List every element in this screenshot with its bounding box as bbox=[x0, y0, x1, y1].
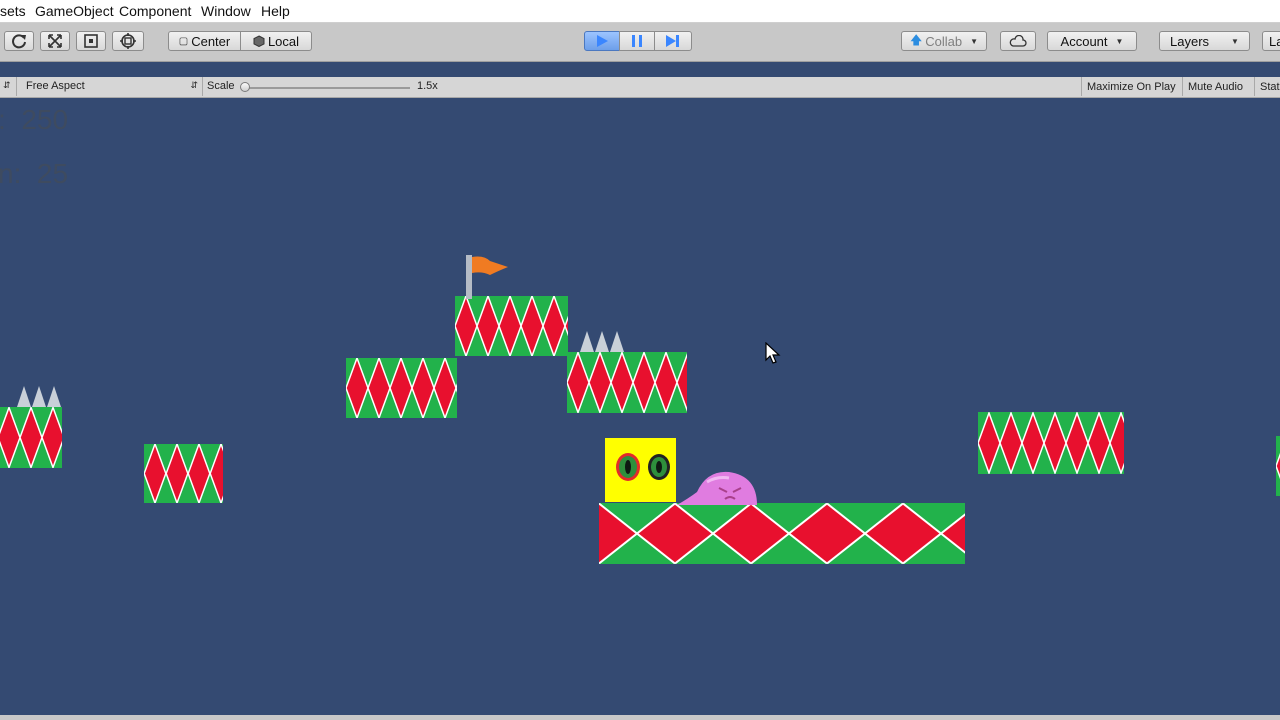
mute-audio-toggle[interactable]: Mute Audio bbox=[1182, 77, 1248, 96]
menu-assets[interactable]: sets bbox=[0, 3, 26, 19]
play-button[interactable] bbox=[584, 31, 620, 51]
collab-label: Collab bbox=[925, 33, 963, 49]
hud-score-value: 250 bbox=[21, 104, 69, 135]
pivot-center-label: Center bbox=[191, 33, 231, 49]
layers-label: Layers bbox=[1170, 33, 1210, 49]
move-icon bbox=[48, 34, 62, 48]
window-bottom-border bbox=[0, 715, 1280, 720]
hud-score-label: : bbox=[0, 104, 6, 135]
pivot-center-button[interactable]: ▢ Center bbox=[168, 31, 241, 51]
game-view-toolbar: ⇵ Free Aspect ⇵ Scale 1.5x Maximize On P… bbox=[0, 77, 1280, 98]
step-icon bbox=[666, 35, 679, 47]
menu-help[interactable]: Help bbox=[261, 3, 290, 19]
stats-toggle[interactable]: Stat bbox=[1254, 77, 1280, 96]
transform-icon bbox=[120, 33, 136, 49]
account-dropdown[interactable]: Account ▼ bbox=[1047, 31, 1137, 51]
rect-tool-icon bbox=[84, 34, 98, 48]
collab-arrow-icon: 🡅 bbox=[909, 32, 923, 47]
platform-small-left bbox=[144, 444, 223, 503]
main-toolbar: ▢ Center Local 🡅 Collab ▼ Account ▼ Laye… bbox=[0, 23, 1280, 62]
scale-slider-thumb[interactable] bbox=[240, 82, 250, 92]
menu-gameobject[interactable]: GameObject bbox=[35, 3, 114, 19]
menu-component[interactable]: Component bbox=[119, 3, 191, 19]
game-view[interactable]: : 250 n: 25 bbox=[0, 98, 1280, 715]
cloud-icon bbox=[1009, 35, 1027, 47]
aspect-dropdown[interactable]: Free Aspect ⇵ bbox=[16, 77, 203, 96]
layers-chevron-icon: ▼ bbox=[1231, 36, 1239, 46]
scale-label: Scale bbox=[207, 80, 235, 92]
platform-left-edge bbox=[0, 407, 62, 468]
cube-icon bbox=[253, 35, 265, 47]
pause-button[interactable] bbox=[619, 31, 655, 51]
aspect-chevron-icon: ⇵ bbox=[190, 80, 198, 90]
scale-slider-track[interactable] bbox=[245, 87, 410, 89]
platform-mid-left bbox=[346, 358, 457, 418]
spikes-left bbox=[17, 386, 61, 407]
scale-value: 1.5x bbox=[417, 80, 438, 92]
hud-score: : 250 bbox=[0, 104, 68, 136]
hud-time-label: n: bbox=[0, 158, 22, 189]
pause-icon bbox=[632, 35, 642, 47]
refresh-icon bbox=[12, 34, 26, 49]
aspect-label: Free Aspect bbox=[26, 80, 85, 92]
display-selector-icon[interactable]: ⇵ bbox=[3, 80, 11, 91]
layout-label: La bbox=[1269, 33, 1280, 49]
menu-window[interactable]: Window bbox=[201, 3, 251, 19]
hud-time-value: 25 bbox=[36, 158, 69, 189]
layers-dropdown[interactable]: Layers ▼ bbox=[1159, 31, 1250, 51]
pivot-local-label: Local bbox=[267, 33, 300, 49]
flag-icon bbox=[466, 255, 508, 299]
platform-flag bbox=[455, 296, 568, 356]
pivot-local-button[interactable]: Local bbox=[240, 31, 312, 51]
menu-bar: sets GameObject Component Window Help bbox=[0, 0, 1280, 23]
transform-tool-button[interactable] bbox=[112, 31, 144, 51]
move-tool-button[interactable] bbox=[40, 31, 70, 51]
refresh-tool-button[interactable] bbox=[4, 31, 34, 51]
platform-large-ground bbox=[599, 503, 965, 564]
step-button[interactable] bbox=[654, 31, 692, 51]
platform-right bbox=[978, 412, 1124, 474]
play-icon bbox=[597, 35, 608, 47]
collab-button[interactable]: 🡅 Collab ▼ bbox=[901, 31, 987, 51]
hud-time: n: 25 bbox=[0, 158, 68, 190]
maximize-on-play-toggle[interactable]: Maximize On Play bbox=[1081, 77, 1181, 96]
enemy-slime bbox=[677, 471, 757, 505]
account-chevron-icon: ▼ bbox=[1115, 36, 1124, 46]
player-character bbox=[605, 438, 676, 502]
pivot-icon: ▢ bbox=[178, 35, 189, 47]
rect-tool-button[interactable] bbox=[76, 31, 106, 51]
platform-right-edge bbox=[1276, 436, 1280, 496]
platform-mid-right bbox=[567, 352, 687, 413]
spikes-middle bbox=[580, 331, 624, 352]
layout-dropdown[interactable]: La bbox=[1262, 31, 1280, 51]
account-label: Account bbox=[1060, 33, 1108, 49]
collab-dropdown-icon: ▼ bbox=[970, 36, 979, 46]
cursor-icon bbox=[765, 342, 781, 364]
cloud-button[interactable] bbox=[1000, 31, 1036, 51]
